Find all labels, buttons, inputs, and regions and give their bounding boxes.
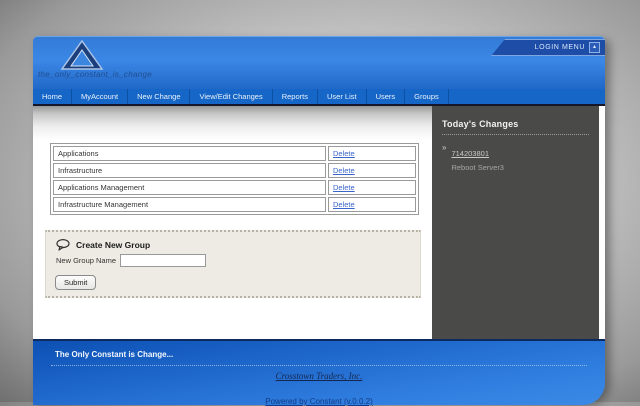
login-menu-dropdown-icon[interactable]: ▴ [589,42,600,53]
group-name-cell: Applications Management [53,180,326,195]
create-group-title: Create New Group [76,240,151,250]
nav-item-reports[interactable]: Reports [273,89,318,104]
nav-item-groups[interactable]: Groups [405,89,449,104]
company-link[interactable]: Crosstown Traders, Inc. [33,371,605,381]
delete-link[interactable]: Delete [333,166,355,175]
change-description: Reboot Server3 [451,163,504,172]
change-entry[interactable]: » 714203801 Reboot Server3 [442,143,589,172]
submit-button[interactable]: Submit [55,275,97,290]
change-id-link[interactable]: 714203801 [451,149,489,158]
table-row: Infrastructure Management Delete [53,197,416,212]
nav-item-users[interactable]: Users [367,89,406,104]
nav-item-home[interactable]: Home [33,89,73,104]
logo-tagline: the_only_constant_is_change [38,70,152,79]
desktop-background: the_only_constant_is_change LOGIN MENU ▴… [0,0,640,406]
todays-changes-sidebar: Today's Changes » 714203801 Reboot Serve… [432,106,599,339]
content-area: Applications Delete Infrastructure Delet… [33,106,605,339]
main-panel: Applications Delete Infrastructure Delet… [33,106,432,339]
new-group-name-input[interactable] [120,254,207,267]
triangle-logo-icon [60,39,104,70]
table-row: Applications Delete [53,146,416,161]
nav-item-user-list[interactable]: User List [318,89,367,104]
new-group-name-label: New Group Name [56,256,117,265]
speech-bubble-icon [56,239,70,251]
footer-separator [51,365,587,366]
groups-table: Applications Delete Infrastructure Delet… [50,143,419,215]
delete-link[interactable]: Delete [333,183,355,192]
table-row: Infrastructure Delete [53,163,416,178]
create-new-group-panel: Create New Group New Group Name Submit [45,230,421,298]
login-menu-label: LOGIN MENU [534,44,585,51]
double-chevron-icon: » [442,143,447,152]
group-name-cell: Applications [53,146,326,161]
sidebar-separator [442,134,589,135]
delete-link[interactable]: Delete [333,200,355,209]
nav-item-view-edit-changes[interactable]: View/Edit Changes [190,89,273,104]
group-name-cell: Infrastructure [53,163,326,178]
app-window: the_only_constant_is_change LOGIN MENU ▴… [33,36,605,406]
nav-item-new-change[interactable]: New Change [128,89,191,104]
sidebar-title: Today's Changes [442,119,519,129]
delete-link[interactable]: Delete [333,149,355,158]
footer-tagline: The Only Constant is Change... [55,350,174,359]
footer: The Only Constant is Change... Crosstown… [33,339,605,406]
table-row: Applications Management Delete [53,180,416,195]
nav-item-myaccount[interactable]: MyAccount [72,89,129,104]
login-menu-button[interactable]: LOGIN MENU ▴ [491,39,605,56]
group-name-cell: Infrastructure Management [53,197,326,212]
main-navigation: Home MyAccount New Change View/Edit Chan… [33,89,605,106]
header: the_only_constant_is_change LOGIN MENU ▴ [33,36,605,89]
